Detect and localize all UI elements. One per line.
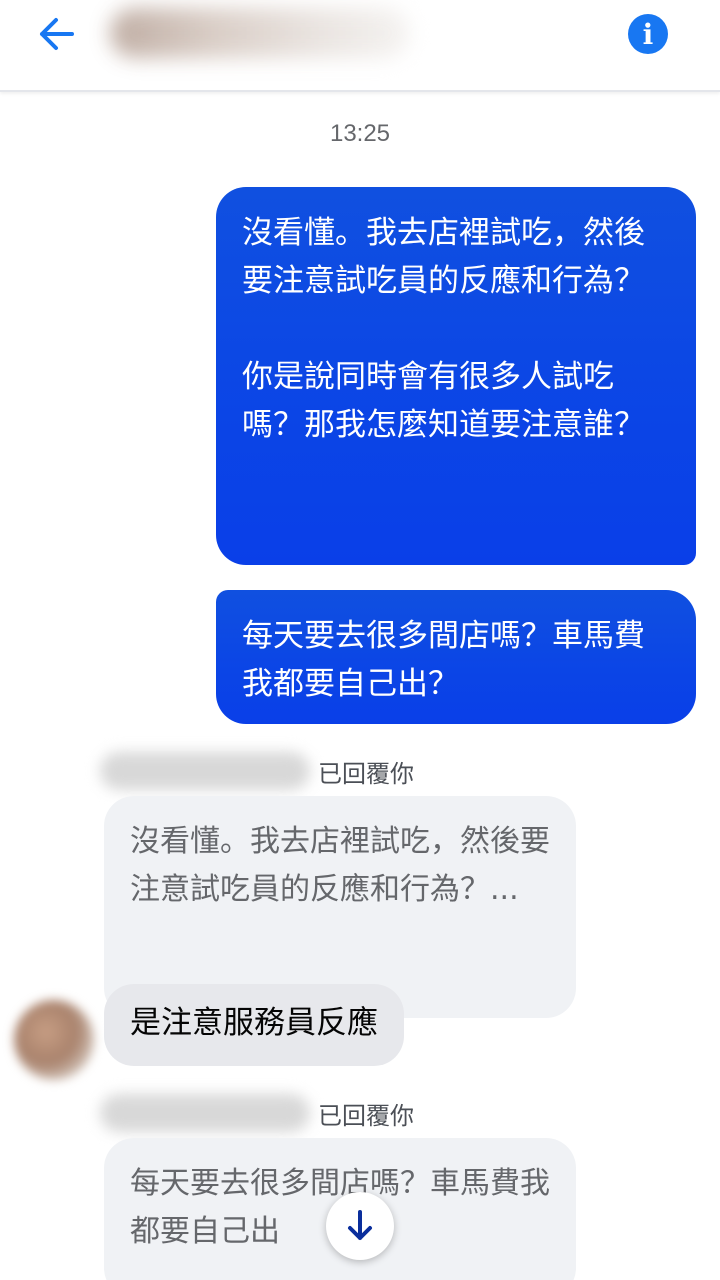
reply-header: 已回覆你 [100, 748, 440, 792]
outgoing-message[interactable]: 每天要去很多間店嗎？車馬費我都要自己出？ [216, 590, 696, 724]
incoming-message[interactable]: 是注意服務員反應 [104, 984, 404, 1066]
back-button[interactable] [30, 12, 82, 56]
sender-name-redacted [100, 752, 310, 790]
replied-to-you-label: 已回覆你 [318, 760, 414, 788]
info-button[interactable]: i [628, 14, 668, 54]
contact-avatar[interactable] [14, 1000, 94, 1080]
contact-name-redacted[interactable] [110, 8, 410, 58]
sender-name-redacted [100, 1094, 310, 1132]
outgoing-message[interactable]: 沒看懂。我去店裡試吃，然後要注意試吃員的反應和行為？ 你是說同時會有很多人試吃嗎… [216, 187, 696, 565]
arrow-down-icon [348, 1210, 372, 1240]
chat-header: i [0, 0, 720, 92]
reply-header: 已回覆你 [100, 1090, 440, 1134]
info-icon: i [642, 17, 654, 51]
scroll-to-bottom-button[interactable] [326, 1192, 394, 1260]
message-timestamp: 13:25 [329, 120, 391, 147]
replied-to-you-label: 已回覆你 [318, 1102, 414, 1130]
arrow-left-icon [40, 18, 74, 50]
messenger-chat-screen: i 13:25 沒看懂。我去店裡試吃，然後要注意試吃員的反應和行為？ 你是說同時… [0, 0, 720, 1280]
